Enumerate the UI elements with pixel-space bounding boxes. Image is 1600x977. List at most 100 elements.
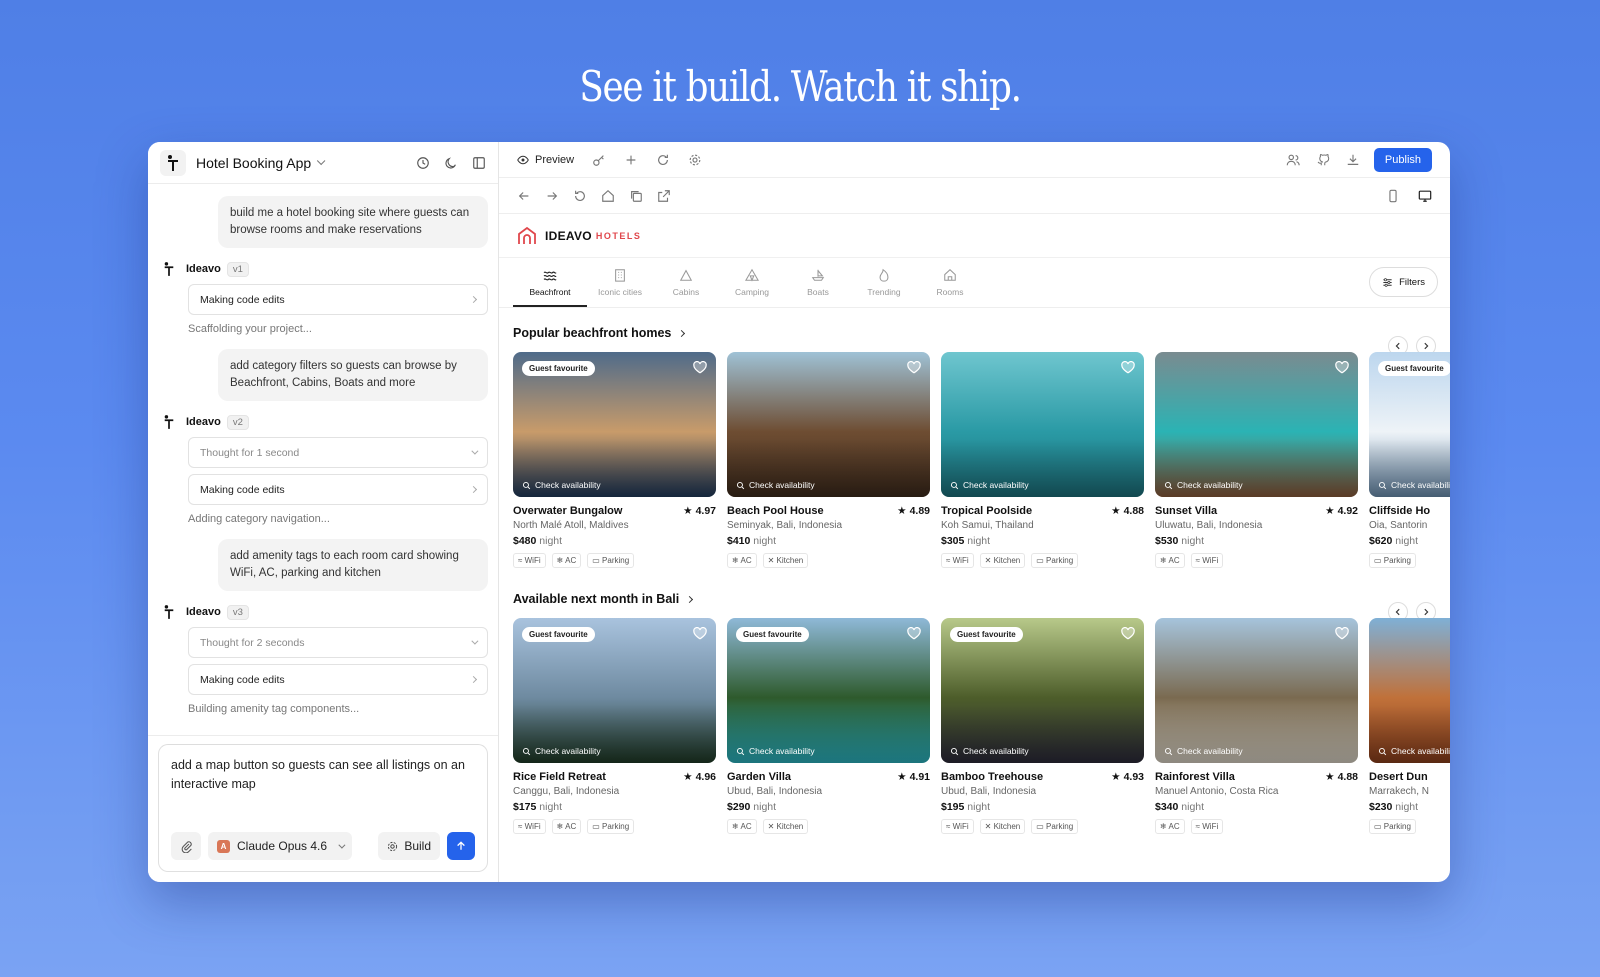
listing-photo[interactable]: Guest favourite Check availability	[513, 618, 716, 763]
check-label: Check availability	[535, 480, 601, 490]
listing-location: Oia, Santorin	[1369, 520, 1428, 531]
search-icon	[1378, 481, 1387, 489]
check-availability-link[interactable]: Check availability	[736, 746, 815, 756]
category-rooms[interactable]: Rooms	[917, 268, 983, 307]
check-availability-link[interactable]: Check availability	[950, 746, 1029, 756]
listing-card[interactable]: Check availability Desert Dun Marrakech, N…	[1369, 618, 1450, 834]
listing-card[interactable]: Check availability Tropical Poolside ★ 4.88…	[941, 352, 1144, 568]
build-button[interactable]: Build	[378, 832, 440, 860]
category-iconic-cities[interactable]: Iconic cities	[587, 268, 653, 307]
category-trending[interactable]: Trending	[851, 268, 917, 307]
amenity-label: Parking	[1046, 556, 1074, 565]
version-badge[interactable]: v3	[226, 604, 249, 620]
github-icon[interactable]	[1316, 153, 1330, 167]
rating-value: 4.88	[1123, 505, 1144, 517]
heart-icon[interactable]	[693, 361, 707, 374]
listing-card[interactable]: Guest favourite Check availability Rice Fi…	[513, 618, 716, 834]
listing-card[interactable]: Guest favourite Check availability Cliffsi…	[1369, 352, 1450, 568]
listing-photo[interactable]: Check availability	[1155, 352, 1358, 497]
listing-card[interactable]: Check availability Sunset Villa ★ 4.92 Uluwa…	[1155, 352, 1358, 568]
desktop-view-icon[interactable]	[1418, 189, 1432, 203]
category-beachfront[interactable]: Beachfront	[513, 270, 587, 307]
check-availability-link[interactable]: Check availability	[522, 480, 601, 490]
heart-icon[interactable]	[1121, 627, 1135, 640]
listing-photo[interactable]: Guest favourite Check availability	[1369, 352, 1450, 497]
publish-button[interactable]: Publish	[1373, 147, 1432, 172]
code-edits-step[interactable]: Making code edits	[188, 664, 488, 695]
version-badge[interactable]: v1	[226, 261, 249, 277]
listing-photo[interactable]: Check availability	[1155, 618, 1358, 763]
layout-icon[interactable]	[472, 156, 486, 170]
back-icon[interactable]	[517, 189, 531, 203]
attach-button[interactable]	[171, 832, 201, 860]
history-icon[interactable]	[416, 156, 430, 170]
heart-icon[interactable]	[907, 627, 921, 640]
version-badge[interactable]: v2	[226, 414, 249, 430]
external-link-icon[interactable]	[657, 189, 671, 203]
prompt-input[interactable]: add a map button so guests can see all l…	[171, 756, 475, 794]
app-logo	[160, 149, 186, 176]
check-availability-link[interactable]: Check availability	[950, 480, 1029, 490]
download-icon[interactable]	[1346, 153, 1360, 167]
check-availability-link[interactable]: Check availability	[1164, 480, 1243, 490]
listing-name: Overwater Bungalow	[513, 505, 623, 517]
section-title[interactable]: Popular beachfront homes	[513, 322, 1436, 344]
check-availability-link[interactable]: Check availability	[1164, 746, 1243, 756]
forward-icon[interactable]	[545, 189, 559, 203]
refresh-icon[interactable]	[656, 153, 670, 167]
amenity-tag: ❄ AC	[1155, 553, 1185, 568]
star-icon: ★	[1325, 505, 1335, 517]
heart-icon[interactable]	[907, 361, 921, 374]
listing-photo[interactable]: Guest favourite Check availability	[941, 618, 1144, 763]
key-icon[interactable]	[592, 153, 606, 167]
thought-step[interactable]: Thought for 2 seconds	[188, 627, 488, 658]
section-title[interactable]: Available next month in Bali	[513, 588, 1436, 610]
prompt-composer[interactable]: add a map button so guests can see all l…	[158, 744, 488, 872]
listing-photo[interactable]: Check availability	[727, 352, 930, 497]
amenity-icon: ≈	[518, 822, 523, 831]
agent-avatar-icon	[160, 413, 178, 431]
reload-icon[interactable]	[573, 189, 587, 203]
category-boats[interactable]: Boats	[785, 268, 851, 307]
amenity-tag: ❄ AC	[727, 553, 757, 568]
thought-step[interactable]: Thought for 1 second	[188, 437, 488, 468]
filters-button[interactable]: Filters	[1369, 267, 1438, 297]
code-edits-step[interactable]: Making code edits	[188, 284, 488, 315]
model-selector[interactable]: A Claude Opus 4.6	[208, 832, 353, 860]
divider	[148, 735, 498, 736]
preview-tab[interactable]: Preview	[517, 154, 574, 166]
home-icon[interactable]	[601, 189, 615, 203]
send-button[interactable]	[447, 832, 475, 860]
code-edits-step[interactable]: Making code edits	[188, 474, 488, 505]
check-availability-link[interactable]: Check availability	[522, 746, 601, 756]
listing-photo[interactable]: Guest favourite Check availability	[727, 618, 930, 763]
listing-photo[interactable]: Check availability	[1369, 618, 1450, 763]
heart-icon[interactable]	[1335, 361, 1349, 374]
check-availability-link[interactable]: Check availability	[1378, 746, 1450, 756]
check-availability-link[interactable]: Check availability	[1378, 480, 1450, 490]
listing-name: Garden Villa	[727, 771, 791, 783]
mobile-view-icon[interactable]	[1386, 189, 1400, 203]
listing-card[interactable]: Check availability Beach Pool House ★ 4.89 S…	[727, 352, 930, 568]
settings-icon[interactable]	[688, 153, 702, 167]
chat-header: Hotel Booking App	[148, 142, 498, 184]
heart-icon[interactable]	[693, 627, 707, 640]
project-title[interactable]: Hotel Booking App	[196, 155, 311, 171]
listing-card[interactable]: Guest favourite Check availability Garden …	[727, 618, 930, 834]
dark-mode-icon[interactable]	[444, 156, 458, 170]
status-text: Scaffolding your project...	[188, 323, 312, 335]
category-cabins[interactable]: Cabins	[653, 268, 719, 307]
heart-icon[interactable]	[1335, 627, 1349, 640]
users-icon[interactable]	[1286, 153, 1300, 167]
heart-icon[interactable]	[1121, 361, 1135, 374]
listing-card[interactable]: Guest favourite Check availability Bamboo …	[941, 618, 1144, 834]
copy-icon[interactable]	[629, 189, 643, 203]
listing-photo[interactable]: Check availability	[941, 352, 1144, 497]
listing-photo[interactable]: Guest favourite Check availability	[513, 352, 716, 497]
plus-icon[interactable]	[624, 153, 638, 167]
listing-card[interactable]: Guest favourite Check availability Overwat…	[513, 352, 716, 568]
check-availability-link[interactable]: Check availability	[736, 480, 815, 490]
listing-card[interactable]: Check availability Rainforest Villa ★ 4.88 M…	[1155, 618, 1358, 834]
chevron-down-icon[interactable]	[317, 156, 326, 165]
category-camping[interactable]: Camping	[719, 268, 785, 307]
